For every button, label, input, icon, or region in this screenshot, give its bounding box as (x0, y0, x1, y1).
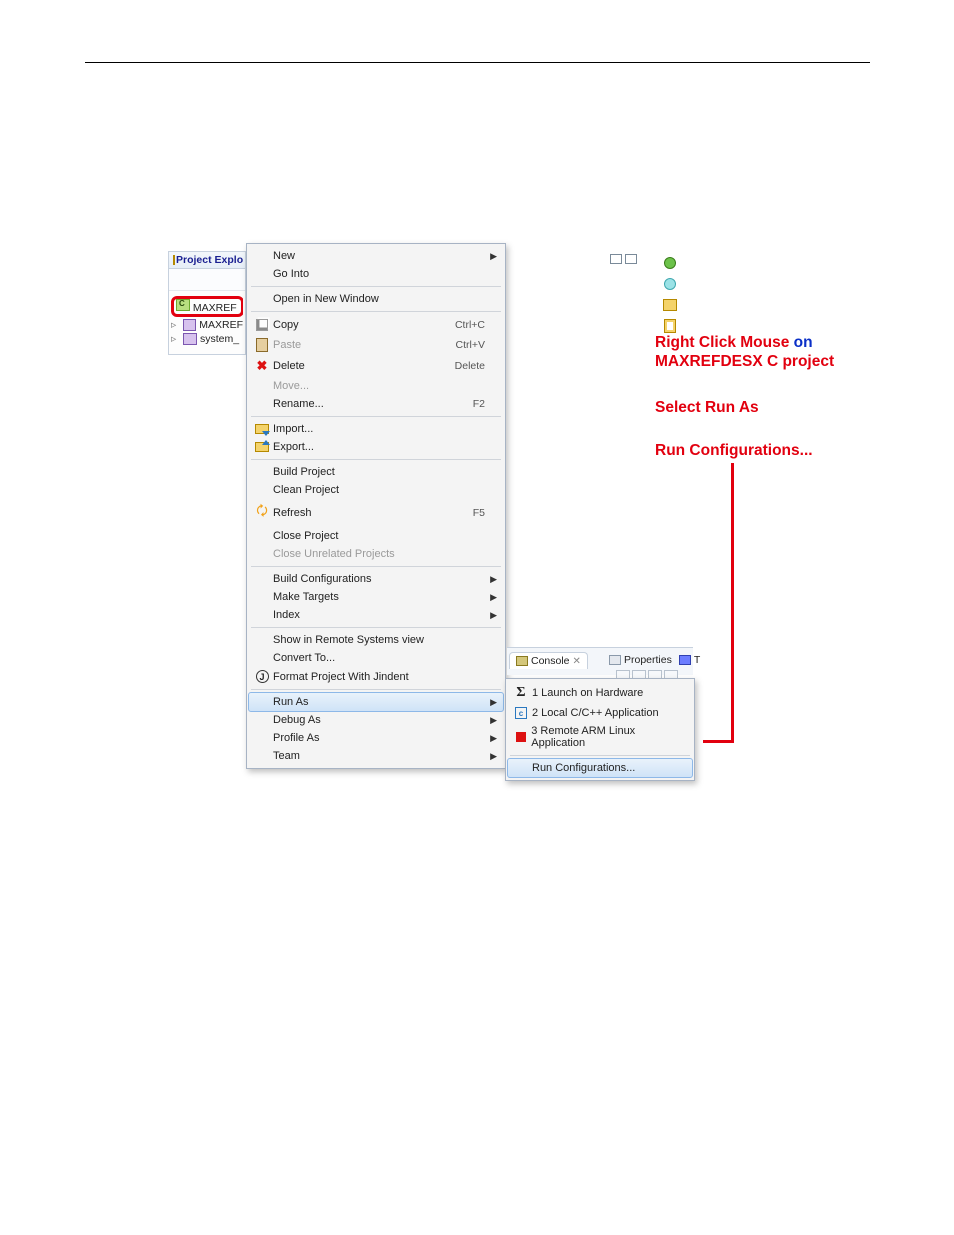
folder-view-button[interactable] (661, 296, 679, 314)
submenu-label: Run Configurations... (532, 762, 635, 774)
project-tree: MAXREF ▹ MAXREF ▹ system_ (169, 291, 245, 354)
outline-button[interactable] (661, 275, 679, 293)
c-project-icon (183, 319, 197, 331)
terminal-icon (679, 655, 691, 665)
menu-item-clean-project[interactable]: Clean Project (249, 481, 503, 499)
menu-item-profile-as[interactable]: Profile As▶ (249, 729, 503, 747)
right-trim-bar: Mak (646, 251, 694, 341)
tree-item-system[interactable]: ▹ system_ (171, 332, 243, 346)
menu-item-refresh[interactable]: 🗘 RefreshF5 (249, 499, 503, 527)
menu-item-make-targets[interactable]: Make Targets▶ (249, 588, 503, 606)
menu-item-open-new-window[interactable]: Open in New Window (249, 290, 503, 308)
menu-item-import[interactable]: Import... (249, 420, 503, 438)
annotation-instruction-2: Select Run As (655, 398, 759, 417)
jindent-icon: J (256, 670, 269, 683)
delete-icon: ✖ (257, 358, 268, 374)
import-icon (255, 424, 269, 434)
make-target-button[interactable]: Mak (661, 254, 679, 272)
tab-label: Console (531, 655, 570, 667)
expand-icon[interactable]: ▹ (171, 319, 180, 331)
copy-icon (256, 319, 268, 331)
tree-item-maxref[interactable]: ▹ MAXREF (171, 318, 243, 332)
menu-item-delete[interactable]: ✖ DeleteDelete (249, 355, 503, 377)
tree-item-maxref-selected[interactable]: MAXREF (171, 295, 243, 318)
callout-line (731, 463, 734, 743)
minimize-view-icon[interactable] (610, 254, 622, 264)
expand-icon[interactable]: ▹ (171, 333, 180, 345)
view-window-controls (606, 254, 637, 264)
bookmark-icon (664, 319, 676, 333)
c-project-icon (176, 299, 190, 311)
project-explorer-title: Project Explo (176, 254, 243, 266)
menu-item-export[interactable]: Export... (249, 438, 503, 456)
separator (510, 755, 690, 756)
menu-item-move: Move... (249, 377, 503, 395)
submenu-label: 3 Remote ARM Linux Application (531, 725, 686, 749)
menu-item-copy[interactable]: CopyCtrl+C (249, 315, 503, 335)
tree-item-label: MAXREF (199, 319, 243, 331)
callout-line (703, 740, 731, 743)
menu-item-close-project[interactable]: Close Project (249, 527, 503, 545)
sigma-icon: Σ (516, 685, 525, 701)
close-icon[interactable]: ✕ (573, 656, 581, 667)
separator (251, 416, 501, 417)
menu-item-convert-to[interactable]: Convert To... (249, 649, 503, 667)
separator (251, 689, 501, 690)
properties-tab[interactable]: Properties T (603, 652, 706, 668)
context-menu: New▶ Go Into Open in New Window CopyCtrl… (246, 243, 506, 769)
annotation-instruction-1: Right Click Mouse on MAXREFDESX C projec… (655, 333, 834, 372)
separator (251, 459, 501, 460)
folder-icon (663, 299, 677, 311)
menu-item-build-project[interactable]: Build Project (249, 463, 503, 481)
menu-item-format-jindent[interactable]: J Format Project With Jindent (249, 667, 503, 686)
explorer-toolbar (169, 269, 245, 291)
submenu-label: 2 Local C/C++ Application (532, 707, 659, 719)
tree-item-label: system_ (200, 333, 239, 345)
tab-label: T (694, 654, 700, 666)
submenu-label: 1 Launch on Hardware (532, 687, 643, 699)
tab-label: Properties (624, 654, 672, 666)
submenu-item-launch-on-hardware[interactable]: Σ 1 Launch on Hardware (508, 682, 692, 704)
menu-item-show-remote-systems[interactable]: Show in Remote Systems view (249, 631, 503, 649)
menu-item-go-into[interactable]: Go Into (249, 265, 503, 283)
menu-item-close-unrelated: Close Unrelated Projects (249, 545, 503, 563)
menu-item-new[interactable]: New▶ (249, 247, 503, 265)
outline-icon (664, 278, 676, 290)
menu-item-rename[interactable]: Rename...F2 (249, 395, 503, 413)
menu-item-team[interactable]: Team▶ (249, 747, 503, 765)
console-tab[interactable]: Console ✕ (509, 652, 588, 669)
menu-item-debug-as[interactable]: Debug As▶ (249, 711, 503, 729)
submenu-item-run-configurations[interactable]: Run Configurations... (507, 758, 693, 778)
refresh-icon: 🗘 (256, 502, 268, 524)
page-rule (85, 62, 870, 63)
c-app-icon: c (515, 707, 527, 719)
submenu-item-local-c-app[interactable]: c 2 Local C/C++ Application (508, 704, 692, 722)
separator (251, 311, 501, 312)
paste-icon (256, 338, 268, 352)
run-as-submenu: Σ 1 Launch on Hardware c 2 Local C/C++ A… (505, 678, 695, 781)
submenu-item-remote-arm-linux[interactable]: 3 Remote ARM Linux Application (508, 722, 692, 752)
export-icon (255, 442, 269, 452)
project-icon (183, 333, 197, 345)
menu-item-paste[interactable]: PasteCtrl+V (249, 335, 503, 355)
console-icon (516, 656, 528, 666)
project-explorer-tab[interactable]: Project Explo (169, 252, 245, 269)
properties-icon (609, 655, 621, 665)
screenshot-region: Project Explo MAXREF ▹ MAXREF ▹ system_ (168, 243, 694, 757)
arm-icon (516, 732, 526, 742)
separator (251, 566, 501, 567)
menu-item-run-as[interactable]: Run As▶ (248, 692, 504, 712)
menu-item-index[interactable]: Index▶ (249, 606, 503, 624)
menu-item-build-configurations[interactable]: Build Configurations▶ (249, 570, 503, 588)
project-explorer-view: Project Explo MAXREF ▹ MAXREF ▹ system_ (168, 251, 246, 355)
separator (251, 286, 501, 287)
separator (251, 627, 501, 628)
target-icon (664, 257, 676, 269)
annotation-instruction-3: Run Configurations... (655, 441, 813, 460)
tree-item-label: MAXREF (193, 302, 237, 314)
maximize-view-icon[interactable] (625, 254, 637, 264)
